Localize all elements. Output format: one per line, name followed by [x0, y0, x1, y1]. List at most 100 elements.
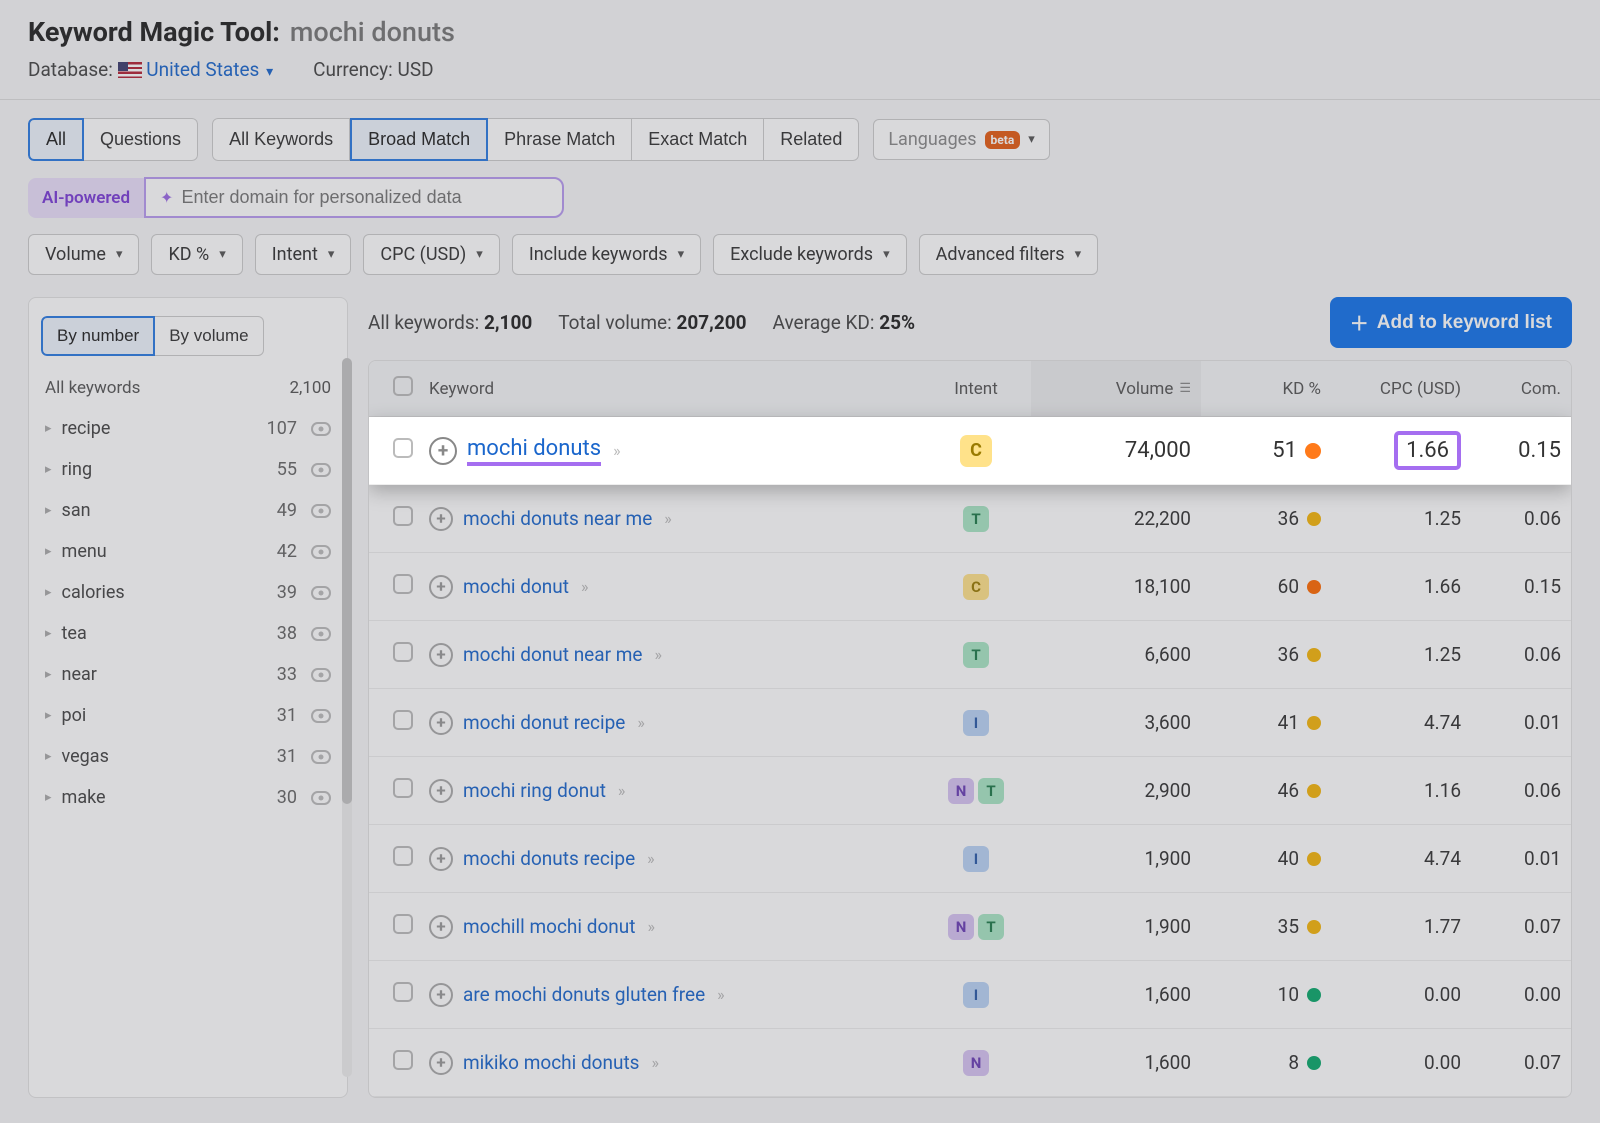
add-keyword-icon[interactable]: +: [429, 711, 453, 735]
tab-broad-match[interactable]: Broad Match: [350, 118, 488, 161]
chevron-down-icon: ▾: [476, 247, 483, 262]
row-checkbox[interactable]: [393, 982, 413, 1002]
sidebar-item-poi[interactable]: ▸poi31: [29, 695, 347, 736]
tab-questions[interactable]: Questions: [84, 118, 198, 161]
keyword-link[interactable]: mochi ring donut: [463, 779, 606, 802]
eye-icon[interactable]: [311, 750, 331, 764]
chevron-down-icon: ▾: [1028, 132, 1035, 147]
sidebar-item-ring[interactable]: ▸ring55: [29, 449, 347, 490]
keyword-link[interactable]: mikiko mochi donuts: [463, 1051, 640, 1074]
ai-domain-input[interactable]: [181, 187, 548, 208]
tool-title: Keyword Magic Tool:: [28, 16, 280, 48]
ai-domain-input-wrap: ✦: [144, 177, 564, 218]
add-keyword-icon[interactable]: +: [429, 437, 457, 465]
sidebar-item-san[interactable]: ▸san49: [29, 490, 347, 531]
sidebar-item-calories[interactable]: ▸calories39: [29, 572, 347, 613]
keyword-link[interactable]: mochi donuts near me: [463, 507, 652, 530]
add-to-keyword-list-button[interactable]: ＋ Add to keyword list: [1330, 297, 1572, 348]
add-keyword-icon[interactable]: +: [429, 575, 453, 599]
intent-badge-c: C: [960, 435, 992, 467]
sidebar-item-near[interactable]: ▸near33: [29, 654, 347, 695]
sidebar-all-count: 2,100: [289, 378, 331, 398]
kd-dot-icon: [1307, 648, 1321, 662]
add-keyword-icon[interactable]: +: [429, 915, 453, 939]
table-row: +mochi donut recipe»I3,600414.740.01: [369, 689, 1571, 757]
eye-icon[interactable]: [311, 709, 331, 723]
database-selector[interactable]: Database: United States ▾: [28, 58, 273, 81]
row-checkbox[interactable]: [393, 574, 413, 594]
eye-icon[interactable]: [311, 627, 331, 641]
col-com[interactable]: Com.: [1471, 379, 1571, 399]
cell-com: 0.07: [1471, 1051, 1571, 1074]
match-type-segment: All KeywordsBroad MatchPhrase MatchExact…: [212, 118, 859, 161]
cell-com: 0.01: [1471, 711, 1571, 734]
keyword-link[interactable]: mochill mochi donut: [463, 915, 635, 938]
languages-dropdown[interactable]: Languages beta ▾: [873, 119, 1049, 160]
filter-advanced-filters[interactable]: Advanced filters▾: [919, 234, 1099, 275]
cell-com: 0.06: [1471, 507, 1571, 530]
col-volume[interactable]: Volume☰: [1031, 361, 1201, 416]
eye-icon[interactable]: [311, 422, 331, 436]
eye-icon[interactable]: [311, 545, 331, 559]
sidebar-item-make[interactable]: ▸make30: [29, 777, 347, 818]
select-all-checkbox[interactable]: [393, 376, 413, 396]
keyword-link[interactable]: mochi donuts: [467, 436, 601, 466]
tab-all[interactable]: All: [28, 118, 84, 161]
table-row: +mochi donut»C18,100601.660.15: [369, 553, 1571, 621]
row-checkbox[interactable]: [393, 506, 413, 526]
sidebar-item-recipe[interactable]: ▸recipe107: [29, 408, 347, 449]
tab-all-keywords[interactable]: All Keywords: [212, 118, 350, 161]
cell-com: 0.06: [1471, 779, 1571, 802]
filter-cpc-usd-[interactable]: CPC (USD)▾: [363, 234, 499, 275]
sort-by-number[interactable]: By number: [41, 316, 155, 356]
tab-exact-match[interactable]: Exact Match: [632, 118, 764, 161]
col-intent[interactable]: Intent: [921, 379, 1031, 399]
eye-icon[interactable]: [311, 668, 331, 682]
sidebar-scrollbar[interactable]: [342, 358, 352, 1077]
sidebar-item-menu[interactable]: ▸menu42: [29, 531, 347, 572]
stats-summary: All keywords: 2,100 Total volume: 207,20…: [368, 311, 915, 334]
sidebar-item-vegas[interactable]: ▸vegas31: [29, 736, 347, 777]
col-keyword[interactable]: Keyword: [419, 379, 921, 399]
sidebar-item-tea[interactable]: ▸tea38: [29, 613, 347, 654]
chevron-double-right-icon: »: [664, 509, 672, 528]
keyword-link[interactable]: are mochi donuts gluten free: [463, 983, 705, 1006]
filter-exclude-keywords[interactable]: Exclude keywords▾: [713, 234, 906, 275]
filter-volume[interactable]: Volume▾: [28, 234, 139, 275]
add-keyword-icon[interactable]: +: [429, 779, 453, 803]
keyword-link[interactable]: mochi donuts recipe: [463, 847, 635, 870]
add-keyword-icon[interactable]: +: [429, 507, 453, 531]
cell-cpc: 1.25: [1331, 507, 1471, 530]
row-checkbox[interactable]: [393, 642, 413, 662]
row-checkbox[interactable]: [393, 846, 413, 866]
row-checkbox[interactable]: [393, 914, 413, 934]
add-keyword-icon[interactable]: +: [429, 847, 453, 871]
filter-include-keywords[interactable]: Include keywords▾: [512, 234, 701, 275]
filter-intent[interactable]: Intent▾: [255, 234, 352, 275]
row-checkbox[interactable]: [393, 1050, 413, 1070]
chevron-right-icon: ▸: [45, 667, 52, 682]
keyword-link[interactable]: mochi donut near me: [463, 643, 642, 666]
row-checkbox[interactable]: [393, 778, 413, 798]
filter-kd-[interactable]: KD %▾: [151, 234, 242, 275]
eye-icon[interactable]: [311, 586, 331, 600]
eye-icon[interactable]: [311, 463, 331, 477]
cell-volume: 74,000: [1031, 438, 1201, 463]
keyword-link[interactable]: mochi donut recipe: [463, 711, 625, 734]
eye-icon[interactable]: [311, 791, 331, 805]
eye-icon[interactable]: [311, 504, 331, 518]
add-keyword-icon[interactable]: +: [429, 643, 453, 667]
col-cpc[interactable]: CPC (USD): [1331, 379, 1471, 399]
keyword-link[interactable]: mochi donut: [463, 575, 569, 598]
intent-badge-i: I: [963, 982, 989, 1008]
cell-kd: 40: [1211, 847, 1321, 870]
sort-by-volume[interactable]: By volume: [155, 316, 263, 356]
tab-related[interactable]: Related: [764, 118, 859, 161]
row-checkbox[interactable]: [393, 710, 413, 730]
col-kd[interactable]: KD %: [1201, 379, 1331, 399]
row-checkbox[interactable]: [393, 438, 413, 458]
add-keyword-icon[interactable]: +: [429, 983, 453, 1007]
chevron-double-right-icon: »: [652, 1053, 660, 1072]
add-keyword-icon[interactable]: +: [429, 1051, 453, 1075]
tab-phrase-match[interactable]: Phrase Match: [488, 118, 632, 161]
